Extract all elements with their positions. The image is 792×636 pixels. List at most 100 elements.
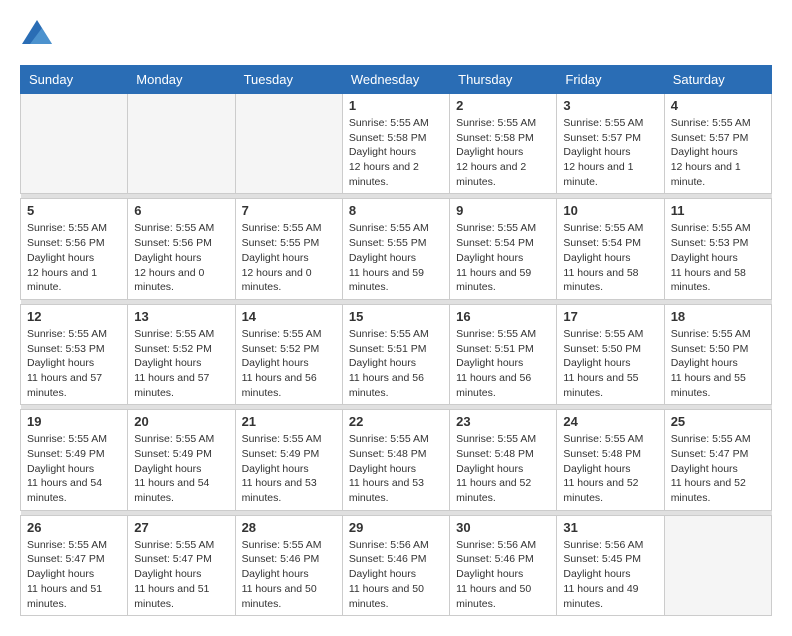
- day-number: 10: [563, 203, 657, 218]
- calendar-cell: 4 Sunrise: 5:55 AMSunset: 5:57 PMDaylight…: [664, 94, 771, 194]
- day-number: 5: [27, 203, 121, 218]
- day-info: Sunrise: 5:56 AMSunset: 5:46 PMDaylight …: [349, 538, 443, 611]
- day-number: 26: [27, 520, 121, 535]
- day-number: 23: [456, 414, 550, 429]
- calendar-cell: [21, 94, 128, 194]
- calendar-week-row: 1 Sunrise: 5:55 AMSunset: 5:58 PMDaylight…: [21, 94, 772, 194]
- weekday-header-cell: Monday: [128, 66, 235, 94]
- calendar-cell: 5 Sunrise: 5:55 AMSunset: 5:56 PMDaylight…: [21, 199, 128, 299]
- day-number: 13: [134, 309, 228, 324]
- calendar-cell: 11 Sunrise: 5:55 AMSunset: 5:53 PMDayligh…: [664, 199, 771, 299]
- day-number: 1: [349, 98, 443, 113]
- calendar-week-row: 12 Sunrise: 5:55 AMSunset: 5:53 PMDayligh…: [21, 304, 772, 404]
- calendar-week-row: 19 Sunrise: 5:55 AMSunset: 5:49 PMDayligh…: [21, 410, 772, 510]
- calendar-cell: 18 Sunrise: 5:55 AMSunset: 5:50 PMDayligh…: [664, 304, 771, 404]
- weekday-header-cell: Wednesday: [342, 66, 449, 94]
- day-number: 4: [671, 98, 765, 113]
- day-info: Sunrise: 5:55 AMSunset: 5:48 PMDaylight …: [349, 432, 443, 505]
- day-number: 3: [563, 98, 657, 113]
- day-info: Sunrise: 5:55 AMSunset: 5:58 PMDaylight …: [456, 116, 550, 189]
- day-number: 28: [242, 520, 336, 535]
- calendar-cell: 16 Sunrise: 5:55 AMSunset: 5:51 PMDayligh…: [450, 304, 557, 404]
- day-info: Sunrise: 5:55 AMSunset: 5:50 PMDaylight …: [671, 327, 765, 400]
- day-info: Sunrise: 5:55 AMSunset: 5:57 PMDaylight …: [671, 116, 765, 189]
- day-info: Sunrise: 5:55 AMSunset: 5:47 PMDaylight …: [27, 538, 121, 611]
- day-info: Sunrise: 5:55 AMSunset: 5:53 PMDaylight …: [671, 221, 765, 294]
- day-number: 19: [27, 414, 121, 429]
- day-number: 22: [349, 414, 443, 429]
- day-info: Sunrise: 5:55 AMSunset: 5:54 PMDaylight …: [456, 221, 550, 294]
- day-number: 18: [671, 309, 765, 324]
- calendar-cell: 3Sunrise: 5:55 AMSunset: 5:57 PMDaylight…: [557, 94, 664, 194]
- calendar-cell: 23Sunrise: 5:55 AMSunset: 5:48 PMDayligh…: [450, 410, 557, 510]
- day-info: Sunrise: 5:55 AMSunset: 5:53 PMDaylight …: [27, 327, 121, 400]
- day-info: Sunrise: 5:55 AMSunset: 5:49 PMDaylight …: [134, 432, 228, 505]
- calendar-cell: [235, 94, 342, 194]
- calendar-cell: [664, 515, 771, 615]
- day-number: 31: [563, 520, 657, 535]
- calendar-cell: 19 Sunrise: 5:55 AMSunset: 5:49 PMDayligh…: [21, 410, 128, 510]
- day-info: Sunrise: 5:55 AMSunset: 5:56 PMDaylight …: [134, 221, 228, 294]
- calendar-cell: 24Sunrise: 5:55 AMSunset: 5:48 PMDayligh…: [557, 410, 664, 510]
- day-info: Sunrise: 5:55 AMSunset: 5:55 PMDaylight …: [242, 221, 336, 294]
- calendar-cell: 1 Sunrise: 5:55 AMSunset: 5:58 PMDaylight…: [342, 94, 449, 194]
- day-info: Sunrise: 5:55 AMSunset: 5:47 PMDaylight …: [671, 432, 765, 505]
- day-number: 11: [671, 203, 765, 218]
- calendar-cell: 9 Sunrise: 5:55 AMSunset: 5:54 PMDaylight…: [450, 199, 557, 299]
- day-number: 8: [349, 203, 443, 218]
- logo-icon: [22, 20, 52, 44]
- day-number: 15: [349, 309, 443, 324]
- calendar-cell: 30Sunrise: 5:56 AMSunset: 5:46 PMDayligh…: [450, 515, 557, 615]
- calendar-week-row: 26 Sunrise: 5:55 AMSunset: 5:47 PMDayligh…: [21, 515, 772, 615]
- day-number: 30: [456, 520, 550, 535]
- day-number: 9: [456, 203, 550, 218]
- weekday-header-cell: Tuesday: [235, 66, 342, 94]
- day-number: 27: [134, 520, 228, 535]
- day-info: Sunrise: 5:55 AMSunset: 5:54 PMDaylight …: [563, 221, 657, 294]
- day-info: Sunrise: 5:55 AMSunset: 5:50 PMDaylight …: [563, 327, 657, 400]
- calendar-cell: 8 Sunrise: 5:55 AMSunset: 5:55 PMDaylight…: [342, 199, 449, 299]
- calendar-cell: 2 Sunrise: 5:55 AMSunset: 5:58 PMDaylight…: [450, 94, 557, 194]
- day-info: Sunrise: 5:55 AMSunset: 5:49 PMDaylight …: [242, 432, 336, 505]
- day-number: 7: [242, 203, 336, 218]
- calendar-week-row: 5 Sunrise: 5:55 AMSunset: 5:56 PMDaylight…: [21, 199, 772, 299]
- day-info: Sunrise: 5:55 AMSunset: 5:58 PMDaylight …: [349, 116, 443, 189]
- calendar-cell: [128, 94, 235, 194]
- day-info: Sunrise: 5:55 AMSunset: 5:49 PMDaylight …: [27, 432, 121, 505]
- day-number: 16: [456, 309, 550, 324]
- calendar-table: SundayMondayTuesdayWednesdayThursdayFrid…: [20, 65, 772, 616]
- day-number: 17: [563, 309, 657, 324]
- calendar-cell: 26 Sunrise: 5:55 AMSunset: 5:47 PMDayligh…: [21, 515, 128, 615]
- calendar-cell: 28Sunrise: 5:55 AMSunset: 5:46 PMDayligh…: [235, 515, 342, 615]
- day-number: 14: [242, 309, 336, 324]
- calendar-cell: 31 Sunrise: 5:56 AMSunset: 5:45 PMDayligh…: [557, 515, 664, 615]
- day-number: 12: [27, 309, 121, 324]
- calendar-cell: 6 Sunrise: 5:55 AMSunset: 5:56 PMDaylight…: [128, 199, 235, 299]
- calendar-cell: 20 Sunrise: 5:55 AMSunset: 5:49 PMDayligh…: [128, 410, 235, 510]
- day-info: Sunrise: 5:55 AMSunset: 5:55 PMDaylight …: [349, 221, 443, 294]
- weekday-header-row: SundayMondayTuesdayWednesdayThursdayFrid…: [21, 66, 772, 94]
- calendar-cell: 17 Sunrise: 5:55 AMSunset: 5:50 PMDayligh…: [557, 304, 664, 404]
- calendar-cell: 10 Sunrise: 5:55 AMSunset: 5:54 PMDayligh…: [557, 199, 664, 299]
- day-number: 21: [242, 414, 336, 429]
- day-info: Sunrise: 5:55 AMSunset: 5:51 PMDaylight …: [456, 327, 550, 400]
- day-number: 6: [134, 203, 228, 218]
- weekday-header-cell: Saturday: [664, 66, 771, 94]
- day-info: Sunrise: 5:55 AMSunset: 5:48 PMDaylight …: [563, 432, 657, 505]
- calendar-cell: 15Sunrise: 5:55 AMSunset: 5:51 PMDayligh…: [342, 304, 449, 404]
- calendar-cell: 13Sunrise: 5:55 AMSunset: 5:52 PMDayligh…: [128, 304, 235, 404]
- day-info: Sunrise: 5:56 AMSunset: 5:45 PMDaylight …: [563, 538, 657, 611]
- calendar-cell: 12 Sunrise: 5:55 AMSunset: 5:53 PMDayligh…: [21, 304, 128, 404]
- page-header: [20, 20, 772, 49]
- calendar-cell: 21 Sunrise: 5:55 AMSunset: 5:49 PMDayligh…: [235, 410, 342, 510]
- weekday-header-cell: Sunday: [21, 66, 128, 94]
- day-number: 25: [671, 414, 765, 429]
- day-number: 29: [349, 520, 443, 535]
- day-info: Sunrise: 5:55 AMSunset: 5:47 PMDaylight …: [134, 538, 228, 611]
- calendar-cell: 29 Sunrise: 5:56 AMSunset: 5:46 PMDayligh…: [342, 515, 449, 615]
- calendar-cell: 14 Sunrise: 5:55 AMSunset: 5:52 PMDayligh…: [235, 304, 342, 404]
- day-number: 2: [456, 98, 550, 113]
- day-number: 20: [134, 414, 228, 429]
- day-info: Sunrise: 5:55 AMSunset: 5:52 PMDaylight …: [242, 327, 336, 400]
- day-info: Sunrise: 5:55 AMSunset: 5:56 PMDaylight …: [27, 221, 121, 294]
